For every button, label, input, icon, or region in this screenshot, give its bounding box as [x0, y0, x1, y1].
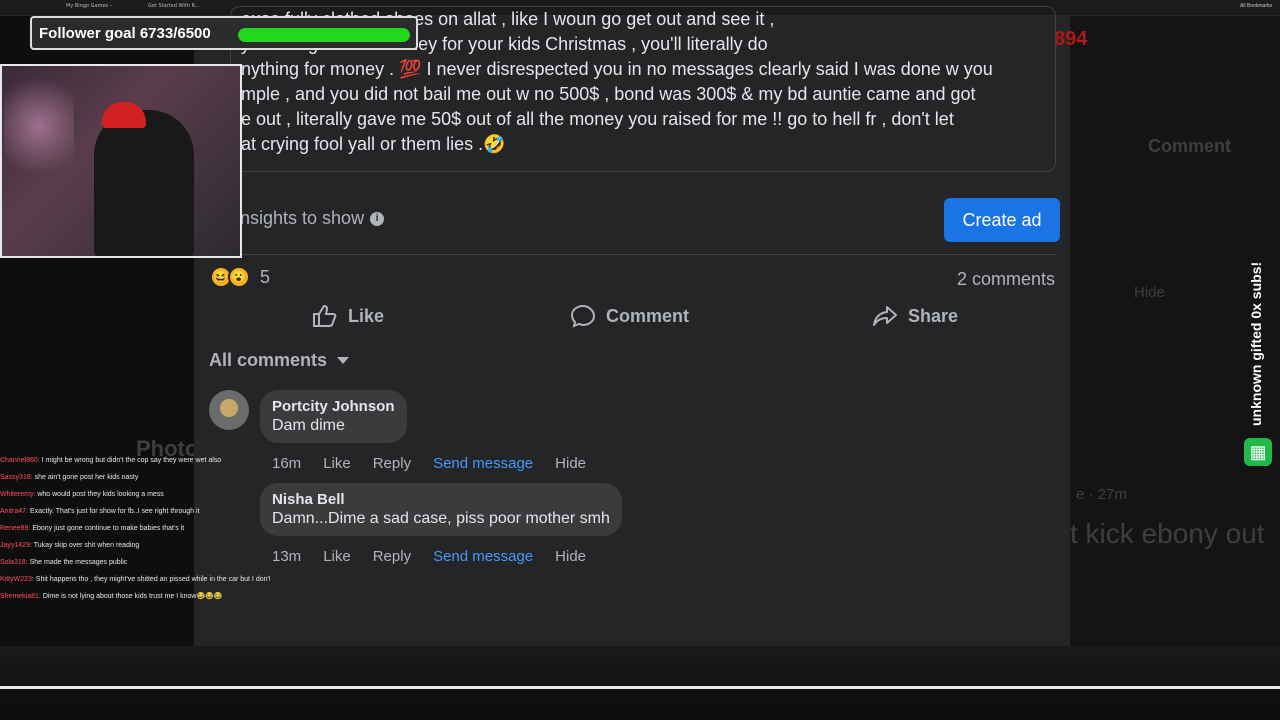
all-bookmarks-link[interactable]: All Bookmarks [1240, 3, 1272, 9]
comment-hide-link[interactable]: Hide [555, 548, 586, 565]
wow-reaction-icon: 😮 [228, 266, 250, 288]
all-comments-filter[interactable]: All comments [209, 350, 350, 371]
chat-username: Shemekia81: [0, 593, 43, 600]
sub-alert-text: unknown gifted 0x subs! [1248, 261, 1264, 426]
follower-goal-label: Follower goal 6733/6500 [39, 25, 211, 42]
chat-text: She made the messages public [29, 559, 128, 566]
comment-text: Dam dime [272, 417, 345, 434]
chat-message: Channel860: I might be wrong but didn't … [0, 456, 270, 465]
share-label: Share [908, 305, 959, 326]
chat-text: Shit happens tho , they might've shitted… [35, 576, 270, 583]
browser-tab[interactable]: Get Started With R... [148, 3, 200, 9]
share-button[interactable]: Share [872, 304, 958, 328]
stream-chat: Channel860: I might be wrong but didn't … [0, 456, 270, 670]
comment-like-link[interactable]: Like [323, 455, 351, 472]
chat-username: Anitra47: [0, 508, 30, 515]
comment-author[interactable]: Portcity Johnson [272, 398, 395, 415]
insights-notice: nsights to show i [240, 208, 385, 229]
comment-actions: 16m Like Reply Send message Hide [272, 455, 608, 472]
chat-text: Dime is not lying about those kids trust… [42, 593, 223, 600]
all-comments-label: All comments [209, 350, 328, 370]
chat-message: Sassy318: she ain't gone post her kids n… [0, 473, 270, 482]
post-line: at crying fool yall or them lies .🤣 [241, 134, 506, 154]
chat-text: who would post they kids looking a mess [37, 491, 164, 498]
info-icon[interactable]: i [370, 212, 385, 227]
reaction-summary[interactable]: 😆 😮 5 [210, 266, 270, 288]
chat-username: Jayy1429: [0, 542, 34, 549]
background-hide-label: Hide [1134, 284, 1165, 301]
chat-username: KittyW223: [0, 576, 36, 583]
comment-bubble: Portcity Johnson Dam dime [260, 390, 407, 443]
follower-goal-progress-bar [238, 28, 410, 42]
comment-like-link[interactable]: Like [323, 548, 351, 565]
chat-username: Channel860: [0, 457, 42, 464]
comment-hide-link[interactable]: Hide [555, 455, 586, 472]
comment-bubble: Nisha Bell Damn...Dime a sad case, piss … [260, 483, 622, 536]
comments-count-link[interactable]: 2 comments [957, 269, 1055, 290]
webcam-background-light [4, 66, 74, 186]
avatar[interactable] [209, 390, 249, 430]
comment-actions: 13m Like Reply Send message Hide [272, 548, 608, 565]
send-message-link[interactable]: Send message [433, 548, 533, 565]
chat-username: Whiteremy: [0, 491, 38, 498]
chat-message: Sola318: She made the messages public [0, 558, 270, 567]
comment-author[interactable]: Nisha Bell [272, 491, 610, 508]
insights-text: nsights to show [240, 208, 365, 228]
follower-goal-widget: Follower goal 6733/6500 [30, 16, 418, 50]
chevron-down-icon [337, 357, 350, 364]
chat-message: KittyW223: Shit happens tho , they might… [0, 575, 270, 584]
chat-text: Tukay skip over shit when reading [33, 542, 140, 549]
streamer-red-cap [102, 102, 146, 128]
chat-message: Renee89: Ebony just gone continue to mak… [0, 524, 270, 533]
create-ad-button[interactable]: Create ad [944, 198, 1060, 242]
chat-message: Shemekia81: Dime is not lying about thos… [0, 592, 270, 601]
streamer-silhouette [94, 110, 194, 256]
sub-alert-widget: unknown gifted 0x subs! ▦ [1240, 240, 1280, 470]
post-line: nything for money . 💯 I never disrespect… [241, 59, 993, 79]
post-line: e out , literally gave me 50$ out of all… [241, 109, 954, 129]
reaction-count: 5 [260, 266, 271, 287]
chat-text: Exactly. That's just for show for fb..I … [29, 508, 200, 515]
post-line: mple , and you did not bail me out w no … [241, 84, 976, 104]
gift-icon: ▦ [1244, 438, 1272, 466]
viewer-count: 894 [1054, 28, 1088, 50]
comment-reply-link[interactable]: Reply [373, 548, 411, 565]
share-arrow-icon [873, 306, 897, 326]
comment-text: Damn...Dime a sad case, piss poor mother… [272, 510, 610, 527]
comment-bubble-icon [570, 304, 596, 328]
post-modal: 894 ouse fully clothed shoes on allat , … [194, 6, 1087, 646]
background-headline: t kick ebony out [1070, 518, 1265, 549]
browser-tab[interactable]: My Bingo Games – [66, 3, 112, 9]
like-button[interactable]: Like [312, 304, 384, 328]
comment-button[interactable]: Comment [570, 304, 689, 328]
chat-text: I might be wrong but didn't the cop say … [41, 457, 222, 464]
divider [209, 254, 1055, 255]
like-label: Like [348, 305, 385, 326]
comment-time[interactable]: 13m [272, 548, 301, 565]
chat-message: Jayy1429: Tukay skip over shit when read… [0, 541, 270, 550]
comment-time[interactable]: 16m [272, 455, 301, 472]
chat-message: Whiteremy: who would post they kids look… [0, 490, 270, 499]
send-message-link[interactable]: Send message [433, 455, 533, 472]
chat-text: she ain't gone post her kids nasty [34, 474, 139, 481]
chat-username: Sassy318: [0, 474, 35, 481]
chat-message: Anitra47: Exactly. That's just for show … [0, 507, 270, 516]
webcam-feed [0, 64, 242, 258]
thumbs-up-icon [313, 304, 337, 327]
follower-goal-progress-fill [238, 28, 410, 42]
chat-username: Sola318: [0, 559, 30, 566]
background-time-label: e · 27m [1076, 486, 1127, 503]
stream-divider-line [0, 686, 1280, 689]
chat-text: Ebony just gone continue to make babies … [32, 525, 185, 532]
background-comment-label: Comment [1148, 136, 1232, 156]
comment-reply-link[interactable]: Reply [373, 455, 411, 472]
chat-username: Renee89: [0, 525, 33, 532]
comment-label: Comment [606, 305, 690, 326]
